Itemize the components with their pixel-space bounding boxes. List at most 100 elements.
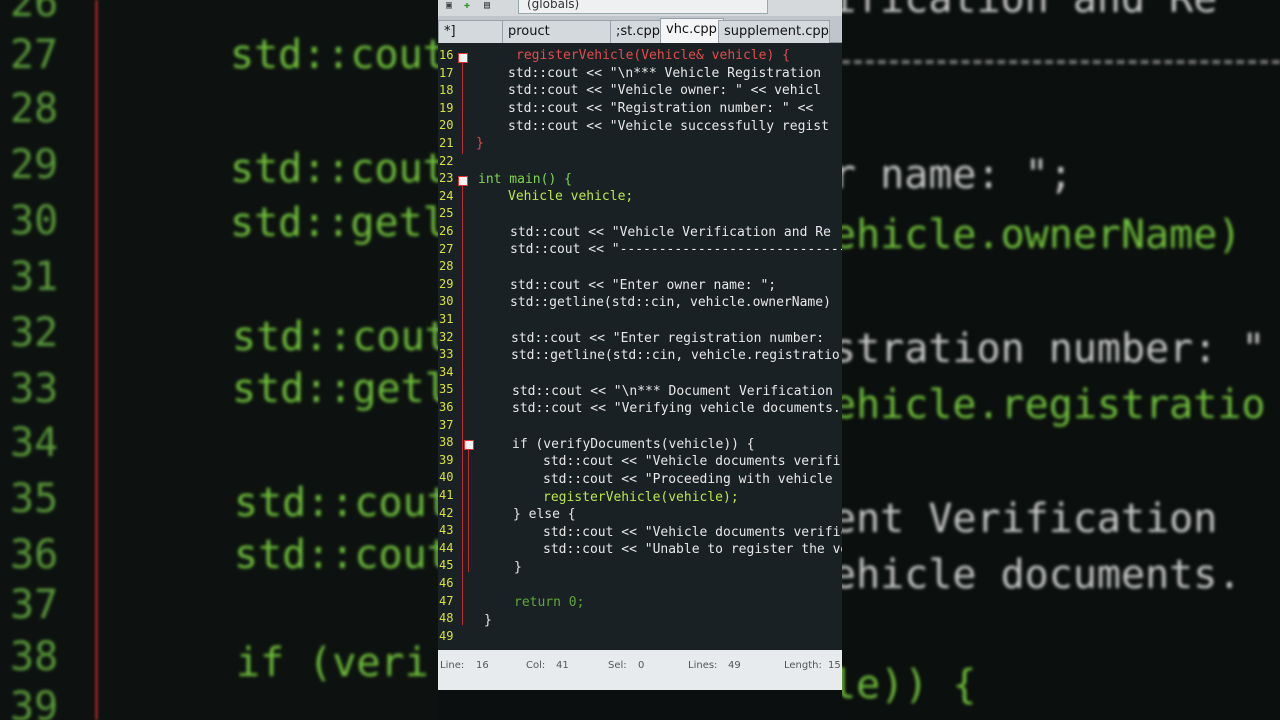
code-editor-window: ▣ ✚ ▤ (globals) *] c++.cpp prouct access… [438, 0, 842, 720]
line-number: 35 [439, 382, 454, 397]
tab-supplement[interactable]: supplement.cpp [718, 20, 830, 43]
fold-guide-line [462, 185, 463, 626]
bg-line-number: 28 [10, 86, 59, 132]
fold-toggle-icon[interactable] [458, 176, 468, 187]
bg-code-line: r name: "; [842, 152, 1073, 198]
line-number: 48 [439, 611, 454, 626]
code-line[interactable]: Vehicle vehicle; [508, 189, 633, 204]
code-line[interactable]: if (verifyDocuments(vehicle)) { [512, 437, 755, 452]
status-col-value: 41 [556, 660, 569, 671]
add-icon[interactable]: ✚ [460, 0, 474, 12]
fold-guide-line [468, 449, 469, 573]
bg-code-line: std::cout [234, 480, 438, 526]
bg-code-line: std::cout [230, 146, 438, 192]
code-line[interactable]: registerVehicle(vehicle); [543, 490, 739, 505]
bg-line-number: 37 [10, 582, 59, 628]
fold-guide-line [462, 62, 463, 154]
tab-cpp[interactable]: *] c++.cpp [438, 20, 504, 61]
line-number: 32 [439, 329, 454, 344]
tab-st[interactable]: ;st.cpp [610, 20, 666, 43]
line-number: 23 [439, 171, 454, 186]
background-left-blur: 26 27 28 29 30 31 32 33 34 35 36 37 38 3… [0, 0, 438, 720]
status-bar: Line: 16 Col: 41 Sel: 0 Lines: 49 Length… [438, 650, 842, 690]
line-number: 21 [439, 136, 454, 150]
code-line[interactable]: std::cout << "Unable to register the ve [543, 542, 842, 557]
line-number: 29 [439, 276, 454, 291]
code-line[interactable]: std::getline(std::cin, vehicle.ownerName… [510, 295, 831, 310]
line-number: 38 [439, 435, 454, 450]
code-line[interactable]: int main() { [478, 172, 572, 187]
code-area[interactable]: 16 registerVehicle(Vehicle& vehicle) {17 s… [438, 44, 842, 650]
bg-code-line: std::cout [234, 532, 438, 578]
code-line[interactable]: std::cout << "Vehicle successfully regis… [508, 119, 829, 134]
code-line[interactable]: std::getline(std::cin, vehicle.registrat… [511, 348, 840, 363]
code-line[interactable]: std::cout << "Proceeding with vehicle [543, 472, 840, 487]
background-dash-line [842, 60, 1280, 64]
bg-line-number: 39 [10, 684, 59, 720]
bg-line-number: 33 [10, 366, 59, 412]
line-number: 41 [439, 488, 454, 502]
status-lines-value: 49 [728, 660, 741, 671]
bg-code-line: ehicle.registratio [842, 382, 1266, 428]
bg-code-line: std::getl [230, 200, 438, 246]
code-line[interactable]: } [476, 136, 484, 151]
bg-code-line: stration number: " [842, 326, 1266, 372]
line-number: 42 [439, 505, 454, 520]
code-line[interactable]: std::cout << "\n*** Vehicle Registration [508, 66, 821, 81]
toolbar: ▣ ✚ ▤ (globals) [438, 0, 842, 16]
tab-vhc[interactable]: vhc.cpp [660, 18, 724, 43]
bg-code-line: ent Verification [842, 496, 1242, 542]
bg-line-number: 38 [10, 634, 59, 680]
line-number: 45 [439, 558, 454, 573]
fold-toggle-icon[interactable] [464, 440, 474, 451]
bg-code-line: le)) { [842, 662, 977, 708]
code-line[interactable]: } [484, 613, 492, 628]
bg-line-number: 35 [10, 476, 59, 522]
bg-line-number: 30 [10, 198, 59, 244]
code-line[interactable]: std::cout << "Vehicle owner: " << vehicl [508, 83, 821, 98]
code-line[interactable]: } else { [513, 507, 576, 522]
code-line[interactable]: registerVehicle(Vehicle& vehicle) { [516, 48, 790, 63]
code-line[interactable]: return 0; [514, 595, 584, 610]
code-line[interactable]: std::cout << "--------------------------… [510, 242, 842, 257]
code-line[interactable]: std::cout << "Registration number: " << [508, 101, 821, 116]
line-number: 39 [439, 452, 454, 467]
bg-line-number: 34 [10, 420, 59, 466]
code-line[interactable]: std::cout << "Vehicle Verification and R… [510, 225, 831, 240]
fold-toggle-icon[interactable] [458, 53, 468, 63]
save-all-icon[interactable]: ▤ [480, 0, 494, 12]
bg-code-line: std::getl [232, 366, 438, 412]
line-number: 43 [439, 523, 454, 538]
code-line[interactable]: std::cout << "Enter registration number: [511, 331, 832, 346]
save-icon[interactable]: ▣ [442, 0, 456, 12]
line-number: 19 [439, 100, 454, 115]
bg-code-line: std::cout [232, 314, 438, 360]
line-number: 18 [439, 83, 454, 98]
bg-line-number: 26 [10, 0, 59, 26]
line-number: 34 [439, 364, 454, 379]
bg-line-number: 36 [10, 532, 59, 578]
tab-prouct-access[interactable]: prouct access.cpp [502, 20, 614, 61]
line-number: 37 [439, 417, 454, 432]
line-number: 22 [439, 153, 454, 168]
code-line[interactable]: std::cout << "Enter owner name: "; [510, 278, 776, 293]
background-fold-line [95, 0, 98, 720]
bg-code-line: std::cout [230, 32, 438, 78]
status-length-label: Length: [784, 660, 822, 671]
line-number: 20 [439, 118, 454, 133]
bg-code-line: ehicle.ownerName) [842, 212, 1242, 258]
line-number: 33 [439, 347, 454, 362]
code-line[interactable]: std::cout << "\n*** Document Verificatio… [512, 384, 833, 399]
line-number: 31 [439, 312, 454, 326]
line-number: 40 [439, 470, 454, 485]
background-right-blur: ification and Re r name: "; ehicle.owner… [842, 0, 1280, 720]
code-line[interactable]: std::cout << "Vehicle documents verifi [543, 454, 840, 469]
scope-dropdown[interactable]: (globals) [518, 0, 768, 14]
code-line[interactable]: std::cout << "Vehicle documents verific [543, 525, 842, 540]
line-number: 28 [439, 259, 454, 274]
code-line[interactable]: std::cout << "Verifying vehicle document… [512, 401, 841, 416]
line-number: 25 [439, 206, 454, 221]
monitor-bezel [438, 690, 842, 720]
code-line[interactable]: } [514, 560, 522, 575]
bg-code-line: if (veri [236, 640, 429, 686]
